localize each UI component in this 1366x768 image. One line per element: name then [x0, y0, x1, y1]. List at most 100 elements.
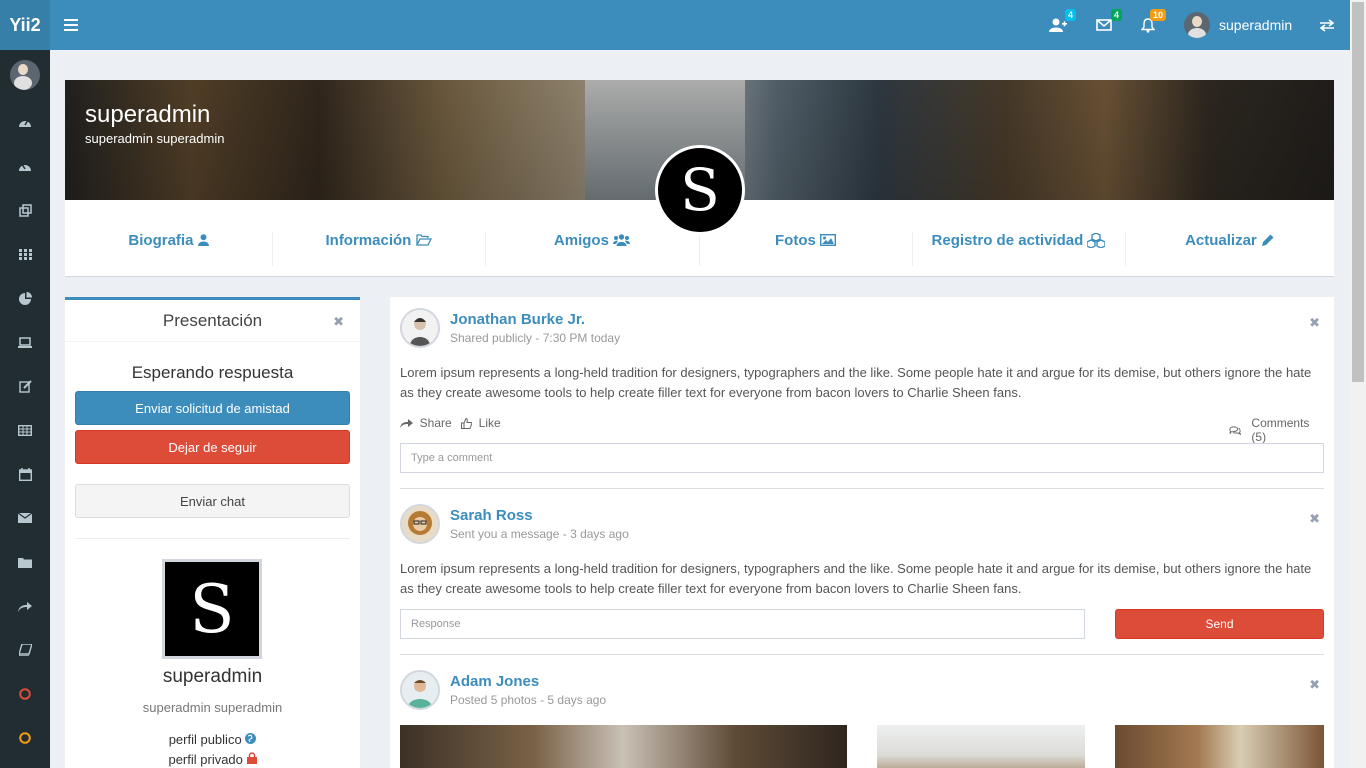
top-navbar: Yii2 4 4 10 superadmin — [0, 0, 1350, 50]
close-icon[interactable]: ✖ — [333, 314, 344, 330]
share-icon[interactable] — [0, 591, 50, 621]
response-input[interactable]: Response — [400, 609, 1085, 639]
close-icon[interactable]: ✖ — [1309, 511, 1320, 527]
profile-subtitle: superadmin superadmin — [85, 131, 225, 146]
profile-image: S — [162, 559, 262, 659]
tab-registro-actividad[interactable]: Registro de actividad — [912, 230, 1125, 250]
notifications-bell-icon[interactable]: 10 — [1136, 9, 1166, 36]
tab-biografia-label: Biografia — [128, 231, 194, 249]
notifications-badge: 10 — [1149, 9, 1166, 21]
post-photo[interactable] — [1115, 725, 1324, 768]
post-author[interactable]: Jonathan Burke Jr. — [450, 311, 585, 328]
app-logo[interactable]: Yii2 — [0, 0, 50, 50]
post-avatar[interactable] — [400, 308, 440, 348]
dashboard-alt-icon[interactable] — [0, 151, 50, 181]
user-avatar — [1184, 12, 1210, 38]
feed-post: Jonathan Burke Jr. Shared publicly - 7:3… — [400, 297, 1324, 489]
image-icon — [820, 234, 836, 246]
folder-icon[interactable] — [0, 547, 50, 577]
mail-icon[interactable] — [0, 503, 50, 533]
post-avatar[interactable] — [400, 670, 440, 710]
friend-requests-badge: 4 — [1064, 9, 1076, 21]
presentation-header: Presentación ✖ — [65, 300, 360, 342]
user-name: superadmin — [1219, 17, 1293, 33]
post-author[interactable]: Sarah Ross — [450, 507, 533, 524]
share-label: Share — [419, 416, 452, 430]
apps-grid-icon[interactable] — [0, 239, 50, 269]
users-icon — [613, 234, 631, 246]
send-button[interactable]: Send — [1115, 609, 1324, 639]
user-menu[interactable]: superadmin — [1184, 12, 1292, 38]
private-profile-label: perfil privado — [65, 752, 360, 767]
menu-toggle-icon[interactable] — [60, 14, 82, 36]
share-icon — [400, 419, 413, 428]
profile-avatar-logo[interactable]: S — [655, 145, 745, 235]
presentation-box: Presentación ✖ Esperando respuesta Envia… — [65, 297, 360, 768]
tab-amigos[interactable]: Amigos — [485, 230, 699, 250]
dashboard-icon[interactable] — [0, 107, 50, 137]
edit-icon[interactable] — [0, 371, 50, 401]
tab-informacion[interactable]: Información — [272, 230, 485, 250]
control-sidebar-toggle-icon[interactable] — [1315, 14, 1339, 36]
request-status: Esperando respuesta — [131, 363, 294, 382]
post-divider — [400, 488, 1324, 489]
tab-actualizar[interactable]: Actualizar — [1125, 230, 1334, 250]
tab-actualizar-label: Actualizar — [1185, 231, 1257, 249]
cubes-icon — [1087, 232, 1106, 248]
page-scrollbar[interactable] — [1350, 0, 1366, 768]
post-author[interactable]: Adam Jones — [450, 673, 539, 690]
comments-link[interactable]: Comments (5) — [1229, 416, 1324, 444]
activity-feed: Jonathan Burke Jr. Shared publicly - 7:3… — [390, 297, 1334, 768]
book-icon[interactable] — [0, 635, 50, 665]
comment-input[interactable]: Type a comment — [400, 443, 1324, 473]
circle-yellow-icon[interactable] — [0, 723, 50, 753]
like-button[interactable]: Like — [461, 416, 501, 430]
post-avatar[interactable] — [400, 504, 440, 544]
post-photo[interactable] — [400, 725, 847, 768]
close-icon[interactable]: ✖ — [1309, 315, 1320, 331]
public-profile-label: perfil publico — [65, 732, 360, 747]
friend-requests-icon[interactable]: 4 — [1046, 9, 1076, 36]
pie-chart-icon[interactable] — [0, 283, 50, 313]
send-friend-request-button[interactable]: Enviar solicitud de amistad — [75, 391, 350, 425]
messages-badge: 4 — [1110, 9, 1122, 21]
profile-username: superadmin — [162, 666, 263, 687]
calendar-icon[interactable] — [0, 459, 50, 489]
divider — [75, 538, 350, 539]
presentation-title: Presentación — [162, 310, 263, 330]
post-text: Lorem ipsum represents a long-held tradi… — [400, 561, 1312, 596]
private-profile-text: perfil privado — [168, 752, 243, 767]
profile-title: superadmin — [85, 101, 211, 128]
comments-label: Comments (5) — [1251, 416, 1310, 444]
tab-fotos[interactable]: Fotos — [699, 230, 912, 250]
tab-registro-label: Registro de actividad — [931, 231, 1084, 249]
send-chat-button[interactable]: Enviar chat — [75, 484, 350, 518]
sidebar-avatar[interactable] — [10, 60, 40, 90]
profile-fullname: superadmin superadmin — [142, 700, 283, 715]
unfollow-button[interactable]: Dejar de seguir — [75, 430, 350, 464]
lock-icon — [246, 752, 257, 764]
globe-icon — [245, 733, 257, 744]
thumbs-up-icon — [461, 417, 472, 429]
close-icon[interactable]: ✖ — [1309, 677, 1320, 693]
table-icon[interactable] — [0, 415, 50, 445]
public-profile-text: perfil publico — [168, 732, 242, 747]
tab-amigos-label: Amigos — [553, 231, 609, 249]
laptop-icon[interactable] — [0, 327, 50, 357]
main-sidebar — [0, 50, 50, 768]
tab-biografia[interactable]: Biografia — [65, 230, 272, 250]
post-meta: Sent you a message - 3 days ago — [450, 527, 629, 541]
share-button[interactable]: Share — [400, 416, 452, 430]
like-label: Like — [478, 416, 501, 430]
feed-post: Sarah Ross Sent you a message - 3 days a… — [400, 493, 1324, 655]
tab-informacion-label: Información — [325, 231, 412, 249]
post-photo[interactable] — [877, 725, 1085, 768]
pencil-icon — [1261, 234, 1274, 246]
post-text: Lorem ipsum represents a long-held tradi… — [400, 365, 1312, 400]
circle-red-icon[interactable] — [0, 679, 50, 709]
messages-icon[interactable]: 4 — [1092, 9, 1122, 36]
post-divider — [400, 654, 1324, 655]
copy-icon[interactable] — [0, 195, 50, 225]
comments-icon — [1229, 426, 1242, 435]
folder-open-icon — [415, 234, 432, 246]
